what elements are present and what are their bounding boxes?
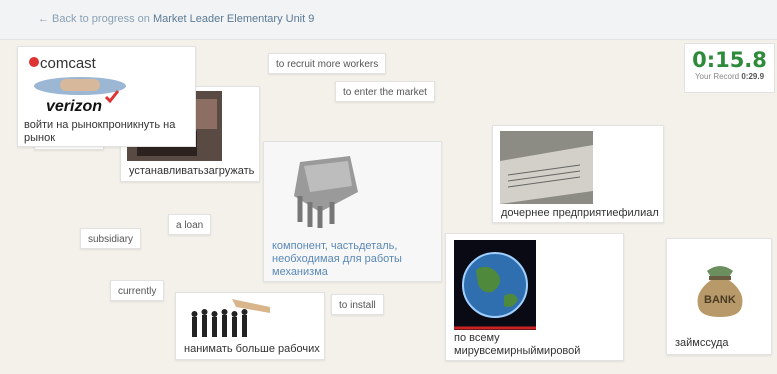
top-bar: ← Back to progress on Market Leader Elem… [0, 0, 777, 40]
card-enter-market[interactable]: comcast verizon войти на рынокпроникнуть… [17, 46, 196, 147]
card-enter-market-caption: войти на рынокпроникнуть на рынок [24, 119, 176, 144]
card-install-caption: устанавливатьзагружать [129, 165, 255, 177]
card-worldwide[interactable]: по всему мирувсемирныймировой [445, 233, 624, 361]
term-subsidiary[interactable]: subsidiary [80, 228, 142, 249]
record-value: 0:29.9 [741, 72, 765, 81]
svg-text:verizon: verizon [46, 98, 102, 115]
workers-image [186, 297, 278, 339]
term-loan[interactable]: a loan [168, 214, 212, 235]
term-recruit-workers[interactable]: to recruit more workers [268, 53, 387, 74]
svg-text:comcast: comcast [40, 55, 97, 72]
term-enter-market[interactable]: to enter the market [335, 81, 435, 102]
record-line: Your Record 0:29.9 [685, 72, 774, 81]
back-link-text[interactable]: ← Back to progress on [38, 13, 150, 25]
card-loan-caption: займссуда [675, 337, 729, 349]
card-subsidiary[interactable]: дочернее предприятиефилиал [492, 125, 664, 223]
timer-panel: 0:15.8 Your Record 0:29.9 [684, 43, 775, 93]
unit-title[interactable]: Market Leader Elementary Unit 9 [153, 13, 314, 25]
back-to-progress-link[interactable]: ← Back to progress on Market Leader Elem… [38, 13, 314, 25]
card-recruit-workers[interactable]: нанимать больше рабочих [175, 292, 325, 360]
card-recruit-workers-caption: нанимать больше рабочих [184, 343, 320, 355]
globe-image [454, 240, 536, 330]
timer-value: 0:15.8 [692, 48, 767, 72]
card-subsidiary-caption: дочернее предприятиефилиал [501, 207, 659, 219]
record-label: Your Record [694, 72, 740, 81]
bucket-part-image [294, 156, 358, 228]
term-currently[interactable]: currently [110, 280, 165, 301]
card-worldwide-caption: по всему мирувсемирныймировой [454, 332, 581, 357]
stone-sign-image [500, 131, 593, 204]
card-component[interactable]: компонент, частьдеталь, необходимая для … [263, 141, 442, 282]
card-component-caption: компонент, частьдеталь, необходимая для … [272, 240, 402, 278]
card-loan[interactable]: BANK займссуда [666, 238, 772, 355]
bank-bag-label: BANK [704, 294, 736, 306]
comcast-verizon-logo: comcast verizon [24, 51, 136, 117]
match-board: устанавливатьзагружать comcast verizon в… [0, 40, 777, 374]
bank-money-bag-image: BANK [697, 266, 743, 317]
term-install[interactable]: to install [331, 294, 384, 315]
